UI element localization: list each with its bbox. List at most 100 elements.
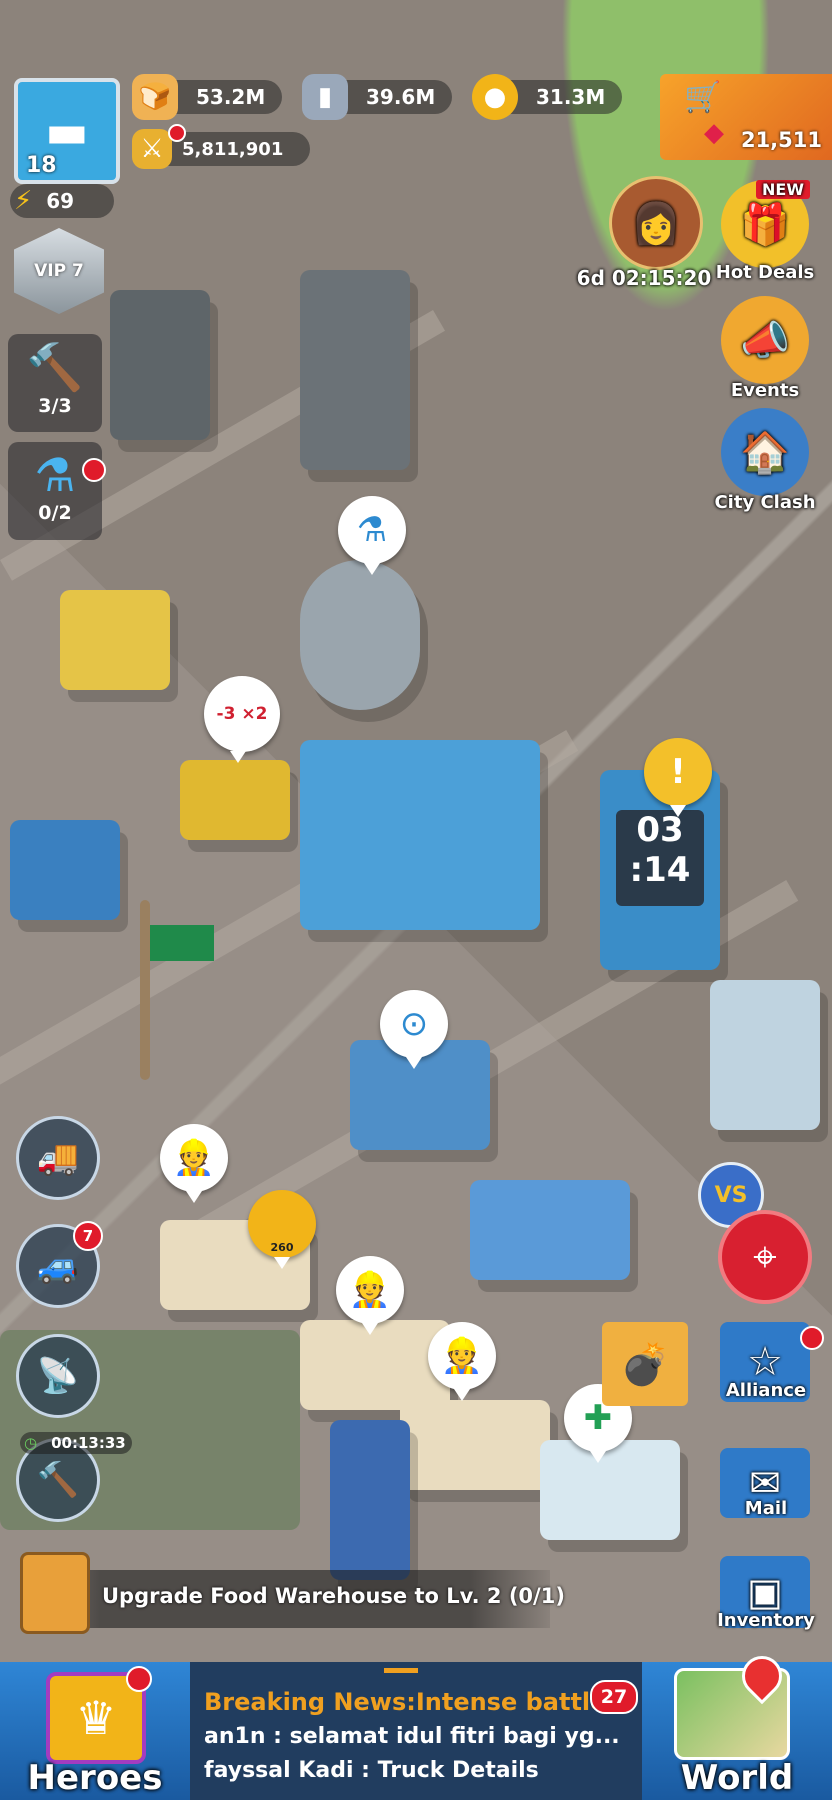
- hero-portrait: 👩: [609, 176, 703, 270]
- builder-queue[interactable]: 🔨 3/3: [8, 334, 102, 432]
- soldier-marker-3[interactable]: 👷: [428, 1322, 496, 1401]
- research-marker[interactable]: ⚗: [338, 496, 406, 575]
- soldier-count: 260: [270, 1241, 294, 1254]
- food-resource[interactable]: 🍞 53.2M: [132, 74, 282, 120]
- iron-resource[interactable]: ▮ 39.6M: [302, 74, 452, 120]
- clock-icon: ◷: [24, 1434, 38, 1452]
- trucks-button[interactable]: 🚙 7: [16, 1221, 103, 1308]
- trucks-badge: 7: [73, 1221, 103, 1251]
- research-notification-dot: [82, 458, 106, 482]
- events-button[interactable]: 📣 Events: [712, 296, 818, 401]
- chat-badge: 27: [590, 1680, 638, 1714]
- quest-icon: [20, 1552, 90, 1634]
- hospital[interactable]: [540, 1440, 680, 1540]
- grenade-icon: 💣: [620, 1341, 670, 1388]
- chat-panel[interactable]: Breaking News:Intense battle ... 27 an1n…: [190, 1662, 642, 1800]
- helicopter-pad[interactable]: [180, 760, 290, 840]
- city-clash-button[interactable]: 🏠 City Clash: [712, 408, 818, 513]
- power-value: 5,811,901: [182, 138, 284, 160]
- flag-icon: [150, 925, 214, 961]
- coin-icon: ●: [472, 74, 518, 120]
- heroes-label: Heroes: [27, 1758, 163, 1798]
- factory-building[interactable]: [710, 980, 820, 1130]
- boost-label: -3 ×2: [216, 704, 268, 724]
- hot-deals-label: Hot Deals: [715, 262, 815, 283]
- research-count: 0/2: [38, 502, 72, 524]
- horn-icon: 📣: [721, 296, 809, 384]
- world-label: World: [680, 1758, 794, 1798]
- vip-label: VIP 7: [34, 261, 84, 281]
- boost-marker[interactable]: -3 ×2: [204, 676, 280, 763]
- offer-button[interactable]: 👩 6d 02:15:20: [577, 176, 716, 290]
- build-timer: ◷ 00:13:33: [20, 1432, 132, 1454]
- chat-line-2: fayssal Kadi : Truck Details: [204, 1758, 539, 1782]
- bread-icon: 🍞: [132, 74, 178, 120]
- inventory-label: Inventory: [717, 1610, 815, 1631]
- radio-tower[interactable]: [300, 270, 410, 470]
- soldier-marker-1[interactable]: 👷: [160, 1124, 228, 1203]
- target-icon: ⌖: [753, 1232, 777, 1281]
- grenade-button[interactable]: 💣: [602, 1322, 688, 1406]
- alert-marker[interactable]: !: [644, 738, 712, 817]
- satellite-icon: 📡: [36, 1356, 80, 1396]
- truck-icon: 🚙: [36, 1246, 80, 1286]
- mail-label: Mail: [744, 1498, 788, 1519]
- events-label: Events: [730, 380, 800, 401]
- truck-icon: 🚚: [36, 1138, 80, 1178]
- statue: [110, 290, 210, 440]
- globe-tower[interactable]: [300, 560, 420, 710]
- gold-resource[interactable]: ● 31.3M: [472, 74, 622, 120]
- research-queue[interactable]: ⚗ 0/2: [8, 442, 106, 540]
- soldier-marker-2[interactable]: 👷: [336, 1256, 404, 1335]
- hammer-icon: 🔨: [26, 340, 84, 394]
- news-headline: Breaking News:Intense battle ...: [204, 1688, 634, 1716]
- alliance-label: Alliance: [725, 1380, 807, 1401]
- heroes-notification-dot: [126, 1666, 152, 1692]
- workshop-building[interactable]: [60, 590, 170, 690]
- gold-value: 31.3M: [536, 85, 606, 109]
- barracks-3[interactable]: [400, 1400, 550, 1490]
- cart-icon: 🛒: [684, 80, 722, 115]
- food-value: 53.2M: [196, 85, 266, 109]
- offer-timer: 6d 02:15:20: [576, 266, 712, 290]
- world-button[interactable]: World: [642, 1647, 832, 1800]
- build-timer-value: 00:13:33: [51, 1434, 126, 1452]
- power-display[interactable]: ⚔ 5,811,901: [132, 124, 310, 169]
- soldier-marker-elite[interactable]: 260: [248, 1190, 316, 1269]
- builder-count: 3/3: [38, 395, 72, 417]
- heroes-button[interactable]: ♛ Heroes: [0, 1662, 190, 1800]
- player-avatar[interactable]: ▬ 18: [14, 78, 120, 184]
- tank-icon: ▬: [45, 104, 89, 158]
- supply-depot[interactable]: [10, 820, 120, 920]
- quest-bar[interactable]: Upgrade Food Warehouse to Lv. 2 (0/1): [20, 1552, 565, 1634]
- energy-icon: ⚡: [14, 186, 33, 216]
- vs-label: VS: [714, 1182, 748, 1208]
- hangar[interactable]: [470, 1180, 630, 1280]
- chat-line-1: an1n : selamat idul fitri bagi yg...: [204, 1724, 620, 1749]
- hammer-icon: 🔨: [36, 1460, 80, 1500]
- energy-value: 69: [46, 189, 75, 213]
- energy-bar[interactable]: ⚡ 69: [10, 184, 114, 218]
- countdown-line-2: :14: [629, 850, 691, 890]
- gem-icon: ◆: [704, 118, 724, 148]
- guard-tower[interactable]: [330, 1420, 410, 1580]
- new-badge: NEW: [756, 180, 810, 199]
- countdown-display: 03 :14: [616, 810, 704, 906]
- city-icon: 🏠: [721, 408, 809, 496]
- player-level: 18: [26, 153, 57, 178]
- iron-icon: ▮: [302, 74, 348, 120]
- alliance-notification-dot: [800, 1326, 824, 1350]
- power-icon: ⚔: [132, 129, 172, 169]
- iron-value: 39.6M: [366, 85, 436, 109]
- target-button[interactable]: ⌖: [718, 1210, 812, 1304]
- headquarters[interactable]: [300, 740, 540, 930]
- shop-button[interactable]: 🛒 ◆ 21,511: [660, 74, 832, 160]
- power-notification-dot: [168, 124, 186, 142]
- radar-button[interactable]: 📡: [16, 1334, 100, 1418]
- countdown-line-1: 03: [636, 810, 684, 850]
- city-clash-label: City Clash: [714, 492, 816, 513]
- hot-deals-button[interactable]: 🎁 NEW Hot Deals: [712, 180, 818, 283]
- delivery-button[interactable]: 🚚: [16, 1116, 100, 1200]
- radar-marker[interactable]: ⊙: [380, 990, 448, 1069]
- flagpole: [140, 900, 150, 1080]
